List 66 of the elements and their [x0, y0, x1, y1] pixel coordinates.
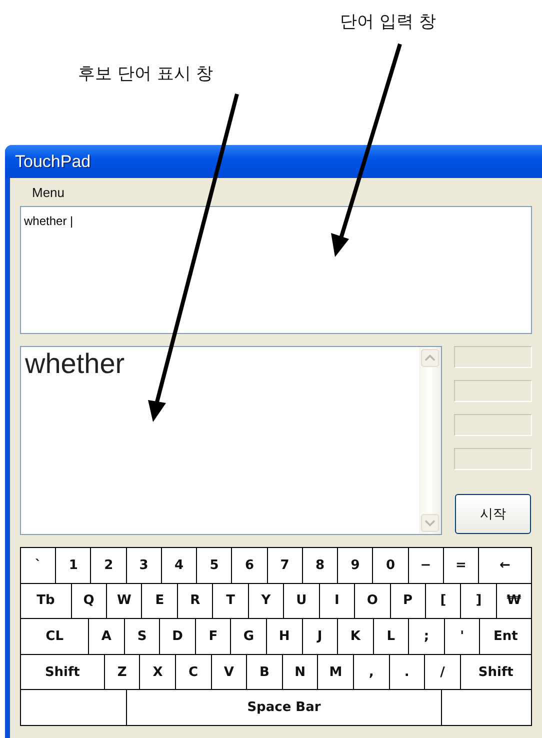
keyboard-key[interactable]: Shift [460, 654, 531, 690]
keyboard-key[interactable]: ; [409, 619, 445, 654]
keyboard-key[interactable]: [ [426, 584, 462, 618]
menu-item[interactable]: Menu [20, 184, 65, 200]
keyboard-key[interactable]: Ent [480, 619, 531, 654]
keyboard-key[interactable]: / [425, 654, 461, 690]
word-input-field[interactable]: whether | [20, 206, 532, 334]
keyboard-key[interactable]: ₩ [496, 584, 531, 618]
scroll-down-icon[interactable] [421, 514, 439, 532]
keyboard-key[interactable]: K [338, 619, 374, 654]
keyboard-key[interactable]: ← [479, 548, 531, 583]
keyboard-key[interactable]: O [355, 584, 391, 618]
keyboard-key[interactable]: ] [461, 584, 497, 618]
keyboard-key[interactable]: F [196, 619, 232, 654]
keyboard-key[interactable]: L [374, 619, 410, 654]
keyboard-key[interactable]: H [266, 619, 303, 654]
annotation-label: 단어 입력 창 [340, 11, 436, 33]
keyboard-key[interactable]: 5 [197, 548, 232, 583]
keyboard-key[interactable]: Z [104, 654, 140, 690]
keyboard-key[interactable]: V [212, 654, 248, 690]
keyboard-key[interactable]: N [282, 654, 318, 690]
keyboard-key[interactable]: 6 [232, 548, 268, 583]
keyboard-key[interactable]: Shift [21, 654, 105, 690]
keyboard-key[interactable]: P [390, 584, 426, 618]
scrollbar[interactable] [419, 347, 441, 534]
keyboard-key[interactable]: X [140, 654, 176, 690]
keyboard-key[interactable]: Space Bar [126, 690, 442, 725]
keyboard-key[interactable]: 3 [126, 548, 162, 583]
keyboard-key[interactable]: ' [444, 619, 480, 654]
input-text: whether | [24, 214, 74, 228]
keyboard-key[interactable]: D [160, 619, 196, 654]
keyboard-key[interactable]: S [124, 619, 160, 654]
keyboard-key[interactable]: U [284, 584, 320, 618]
candidate-list[interactable]: whether [20, 346, 442, 535]
keyboard-key[interactable]: B [247, 654, 283, 690]
keyboard-key[interactable]: 8 [302, 548, 338, 583]
keyboard-key[interactable]: Y [248, 584, 284, 618]
keyboard-key[interactable]: . [390, 654, 426, 690]
keyboard-key[interactable]: Tb [21, 584, 72, 618]
keyboard-key[interactable]: ` [21, 548, 56, 583]
keyboard-key[interactable]: T [213, 584, 249, 618]
keyboard-key[interactable]: C [176, 654, 212, 690]
keyboard-key[interactable]: A [89, 619, 125, 654]
keyboard-key[interactable]: 4 [162, 548, 198, 583]
keyboard-key[interactable]: , [354, 654, 390, 690]
keyboard-key[interactable]: 2 [91, 548, 127, 583]
candidate-word[interactable]: whether [25, 347, 415, 381]
start-button[interactable]: 시작 [455, 494, 531, 534]
keyboard-key[interactable]: Q [72, 584, 107, 618]
keyboard-key[interactable]: E [142, 584, 178, 618]
scroll-up-icon[interactable] [421, 349, 439, 367]
keyboard-key[interactable]: CL [21, 619, 90, 654]
annotation-label: 후보 단어 표시 창 [78, 63, 214, 85]
keyboard-key[interactable]: J [302, 619, 338, 654]
keyboard-key[interactable]: 7 [268, 548, 303, 583]
keyboard-key[interactable]: 9 [338, 548, 374, 583]
window-title: TouchPad [15, 152, 91, 172]
keyboard-key[interactable]: 0 [373, 548, 409, 583]
keyboard-key[interactable]: M [318, 654, 354, 690]
keyboard-key[interactable]: W [106, 584, 142, 618]
keyboard-key[interactable]: = [444, 548, 480, 583]
keyboard-key[interactable]: I [320, 584, 356, 618]
keyboard-key[interactable]: G [231, 619, 267, 654]
keyboard-key[interactable]: R [178, 584, 214, 618]
keyboard-key[interactable]: 1 [56, 548, 92, 583]
keyboard-key[interactable]: − [408, 548, 444, 583]
